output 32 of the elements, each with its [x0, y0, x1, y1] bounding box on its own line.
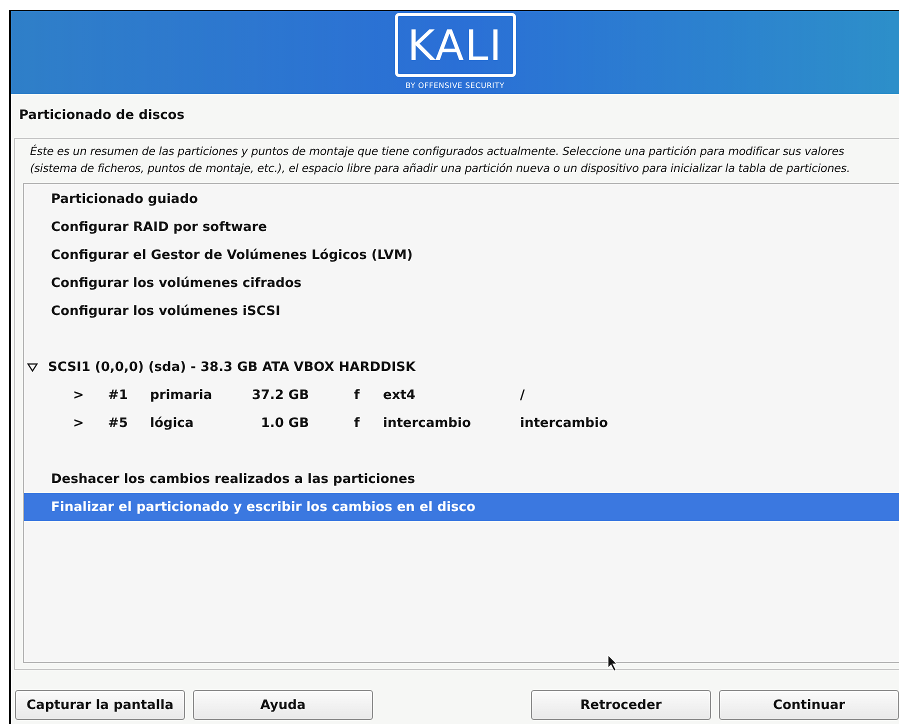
file-system: intercambio: [383, 416, 472, 430]
logo: KALI: [394, 13, 516, 77]
list-item[interactable]: Configurar los volúmenes iSCSI: [24, 297, 899, 325]
list-item[interactable]: Configurar el Gestor de Volúmenes Lógicos (LVM): [24, 241, 899, 269]
list-item[interactable]: Finalizar el particionado y escribir los cambios en el disco: [24, 493, 899, 521]
dialog-button[interactable]: Ayuda: [193, 690, 373, 720]
expand-arrow: >: [73, 388, 85, 402]
partition-row[interactable]: > #5 lógica 1.0 GB f intercambio intercambio: [24, 409, 899, 437]
list-item[interactable]: Configurar los volúmenes cifrados: [24, 269, 899, 297]
partition-row[interactable]: > #1 primaria 37.2 GB f ext4 /: [24, 381, 899, 409]
partition-number: #1: [108, 388, 129, 402]
expand-arrow: >: [73, 416, 85, 430]
page-title: Particionado de discos: [18, 107, 186, 125]
disk-row[interactable]: SCSI1 (0,0,0) (sda) - 38.3 GB ATA VBOX HARDDISK: [24, 353, 899, 381]
format-flag-text: f: [353, 388, 361, 402]
file-system: ext4: [383, 388, 416, 402]
mount-point: /: [520, 388, 526, 402]
partition-number: #5: [108, 416, 129, 430]
list-item[interactable]: Configurar RAID por software: [24, 213, 899, 241]
expanded-triangle-icon[interactable]: [27, 362, 38, 372]
dialog-button[interactable]: Retroceder: [531, 690, 711, 720]
dialog-button[interactable]: Capturar la pantalla: [15, 690, 185, 720]
description: Éste es un resumen de las particiones y puntos de montaje que tiene configurados actualmente. Seleccione una partición para modificar sus valores (sistema de ficheros, puntos de montaje, etc.), el espacio libre para añadir una partición nueva o un dispositivo para inicializar la tabla de particiones.: [29, 144, 851, 177]
partition-size: 1.0 GB: [260, 416, 309, 430]
list-item[interactable]: Deshacer los cambios realizados a las particiones: [24, 465, 899, 493]
partition-type: lógica: [150, 416, 195, 430]
format-flag-text: f: [353, 416, 361, 430]
dialog-button[interactable]: Continuar: [719, 690, 899, 720]
partition-type: primaria: [150, 388, 214, 402]
mount-point: intercambio: [520, 416, 609, 430]
list-item[interactable]: Particionado guiado: [24, 185, 899, 213]
partition-size: 37.2 GB: [250, 388, 309, 402]
